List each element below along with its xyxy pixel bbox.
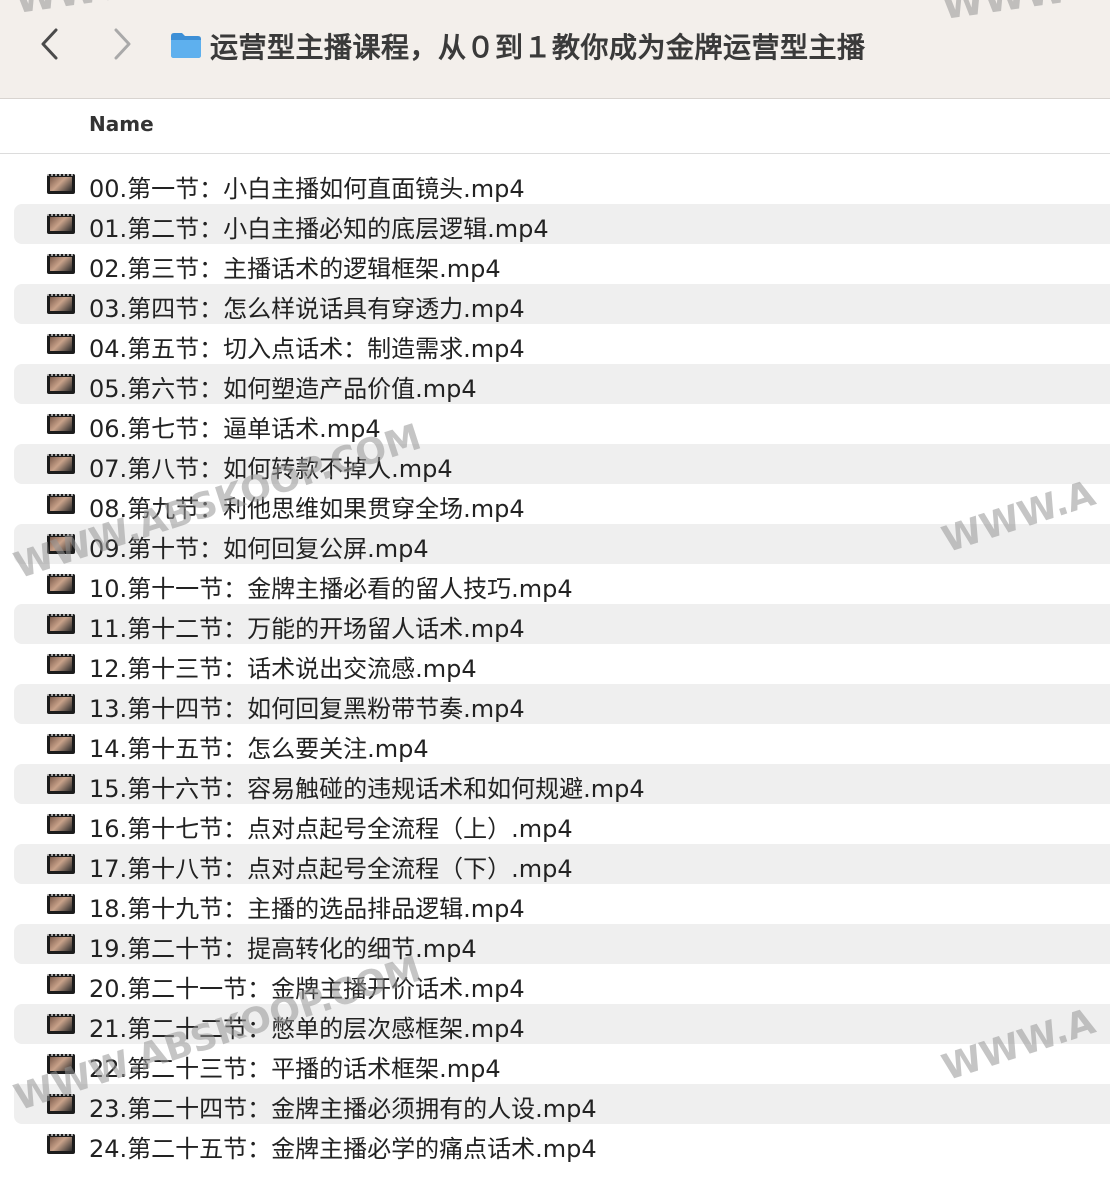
- finder-toolbar: 运营型主播课程，从０到１教你成为金牌运营型主播: [0, 0, 1110, 99]
- video-thumbnail-icon: [47, 1094, 75, 1114]
- file-name: 09.第十节：如何回复公屏.mp4: [89, 535, 429, 563]
- video-thumbnail-icon: [47, 1014, 75, 1034]
- chevron-left-icon: [41, 28, 58, 60]
- forward-button[interactable]: [100, 22, 144, 66]
- file-row[interactable]: 14.第十五节：怎么要关注.mp4: [14, 724, 1110, 764]
- video-thumbnail-icon: [47, 454, 75, 474]
- file-row[interactable]: 02.第三节：主播话术的逻辑框架.mp4: [14, 244, 1110, 284]
- file-name: 19.第二十节：提高转化的细节.mp4: [89, 935, 477, 963]
- file-row[interactable]: 09.第十节：如何回复公屏.mp4: [14, 524, 1110, 564]
- file-row[interactable]: 18.第十九节：主播的选品排品逻辑.mp4: [14, 884, 1110, 924]
- video-thumbnail-icon: [47, 1054, 75, 1074]
- file-name: 23.第二十四节：金牌主播必须拥有的人设.mp4: [89, 1095, 597, 1123]
- file-row[interactable]: 10.第十一节：金牌主播必看的留人技巧.mp4: [14, 564, 1110, 604]
- file-row[interactable]: 19.第二十节：提高转化的细节.mp4: [14, 924, 1110, 964]
- file-name: 05.第六节：如何塑造产品价值.mp4: [89, 375, 477, 403]
- file-name: 08.第九节：利他思维如果贯穿全场.mp4: [89, 495, 525, 523]
- name-column-header[interactable]: Name: [89, 112, 154, 136]
- video-thumbnail-icon: [47, 814, 75, 834]
- file-name: 07.第八节：如何转款不掉人.mp4: [89, 455, 453, 483]
- file-name: 24.第二十五节：金牌主播必学的痛点话术.mp4: [89, 1135, 597, 1163]
- file-row[interactable]: 03.第四节：怎么样说话具有穿透力.mp4: [14, 284, 1110, 324]
- video-thumbnail-icon: [47, 374, 75, 394]
- file-row[interactable]: 04.第五节：切入点话术：制造需求.mp4: [14, 324, 1110, 364]
- folder-icon: [171, 33, 201, 58]
- file-name: 06.第七节：逼单话术.mp4: [89, 415, 381, 443]
- file-row[interactable]: 11.第十二节：万能的开场留人话术.mp4: [14, 604, 1110, 644]
- list-header: Name: [0, 99, 1110, 154]
- file-row[interactable]: 05.第六节：如何塑造产品价值.mp4: [14, 364, 1110, 404]
- file-name: 16.第十七节：点对点起号全流程（上）.mp4: [89, 815, 573, 843]
- chevron-right-icon: [114, 28, 131, 60]
- file-row[interactable]: 20.第二十一节：金牌主播开价话术.mp4: [14, 964, 1110, 1004]
- file-name: 15.第十六节：容易触碰的违规话术和如何规避.mp4: [89, 775, 645, 803]
- file-name: 12.第十三节：话术说出交流感.mp4: [89, 655, 477, 683]
- video-thumbnail-icon: [47, 574, 75, 594]
- video-thumbnail-icon: [47, 254, 75, 274]
- file-row[interactable]: 22.第二十三节：平播的话术框架.mp4: [14, 1044, 1110, 1084]
- video-thumbnail-icon: [47, 334, 75, 354]
- file-name: 14.第十五节：怎么要关注.mp4: [89, 735, 429, 763]
- video-thumbnail-icon: [47, 174, 75, 194]
- file-name: 20.第二十一节：金牌主播开价话术.mp4: [89, 975, 525, 1003]
- video-thumbnail-icon: [47, 974, 75, 994]
- file-row[interactable]: 21.第二十二节：憋单的层次感框架.mp4: [14, 1004, 1110, 1044]
- file-row[interactable]: 08.第九节：利他思维如果贯穿全场.mp4: [14, 484, 1110, 524]
- file-row[interactable]: 12.第十三节：话术说出交流感.mp4: [14, 644, 1110, 684]
- file-name: 04.第五节：切入点话术：制造需求.mp4: [89, 335, 525, 363]
- file-name: 02.第三节：主播话术的逻辑框架.mp4: [89, 255, 501, 283]
- file-name: 18.第十九节：主播的选品排品逻辑.mp4: [89, 895, 525, 923]
- video-thumbnail-icon: [47, 414, 75, 434]
- file-row[interactable]: 16.第十七节：点对点起号全流程（上）.mp4: [14, 804, 1110, 844]
- file-name: 22.第二十三节：平播的话术框架.mp4: [89, 1055, 501, 1083]
- file-name: 17.第十八节：点对点起号全流程（下）.mp4: [89, 855, 573, 883]
- file-name: 01.第二节：小白主播必知的底层逻辑.mp4: [89, 215, 549, 243]
- file-name: 13.第十四节：如何回复黑粉带节奏.mp4: [89, 695, 525, 723]
- video-thumbnail-icon: [47, 294, 75, 314]
- video-thumbnail-icon: [47, 654, 75, 674]
- video-thumbnail-icon: [47, 934, 75, 954]
- file-row[interactable]: 07.第八节：如何转款不掉人.mp4: [14, 444, 1110, 484]
- file-name: 10.第十一节：金牌主播必看的留人技巧.mp4: [89, 575, 573, 603]
- video-thumbnail-icon: [47, 614, 75, 634]
- file-row[interactable]: 13.第十四节：如何回复黑粉带节奏.mp4: [14, 684, 1110, 724]
- file-row[interactable]: 00.第一节：小白主播如何直面镜头.mp4: [14, 164, 1110, 204]
- file-name: 00.第一节：小白主播如何直面镜头.mp4: [89, 175, 525, 203]
- file-row[interactable]: 17.第十八节：点对点起号全流程（下）.mp4: [14, 844, 1110, 884]
- video-thumbnail-icon: [47, 1134, 75, 1154]
- file-row[interactable]: 06.第七节：逼单话术.mp4: [14, 404, 1110, 444]
- video-thumbnail-icon: [47, 894, 75, 914]
- file-row[interactable]: 23.第二十四节：金牌主播必须拥有的人设.mp4: [14, 1084, 1110, 1124]
- video-thumbnail-icon: [47, 494, 75, 514]
- window-title: 运营型主播课程，从０到１教你成为金牌运营型主播: [210, 31, 866, 64]
- video-thumbnail-icon: [47, 694, 75, 714]
- file-name: 11.第十二节：万能的开场留人话术.mp4: [89, 615, 525, 643]
- video-thumbnail-icon: [47, 734, 75, 754]
- video-thumbnail-icon: [47, 774, 75, 794]
- video-thumbnail-icon: [47, 854, 75, 874]
- video-thumbnail-icon: [47, 534, 75, 554]
- file-name: 03.第四节：怎么样说话具有穿透力.mp4: [89, 295, 525, 323]
- file-list: 00.第一节：小白主播如何直面镜头.mp4 01.第二节：小白主播必知的底层逻辑.…: [0, 164, 1110, 1164]
- video-thumbnail-icon: [47, 214, 75, 234]
- file-row[interactable]: 01.第二节：小白主播必知的底层逻辑.mp4: [14, 204, 1110, 244]
- file-row[interactable]: 15.第十六节：容易触碰的违规话术和如何规避.mp4: [14, 764, 1110, 804]
- back-button[interactable]: [28, 22, 72, 66]
- file-name: 21.第二十二节：憋单的层次感框架.mp4: [89, 1015, 525, 1043]
- file-row[interactable]: 24.第二十五节：金牌主播必学的痛点话术.mp4: [14, 1124, 1110, 1164]
